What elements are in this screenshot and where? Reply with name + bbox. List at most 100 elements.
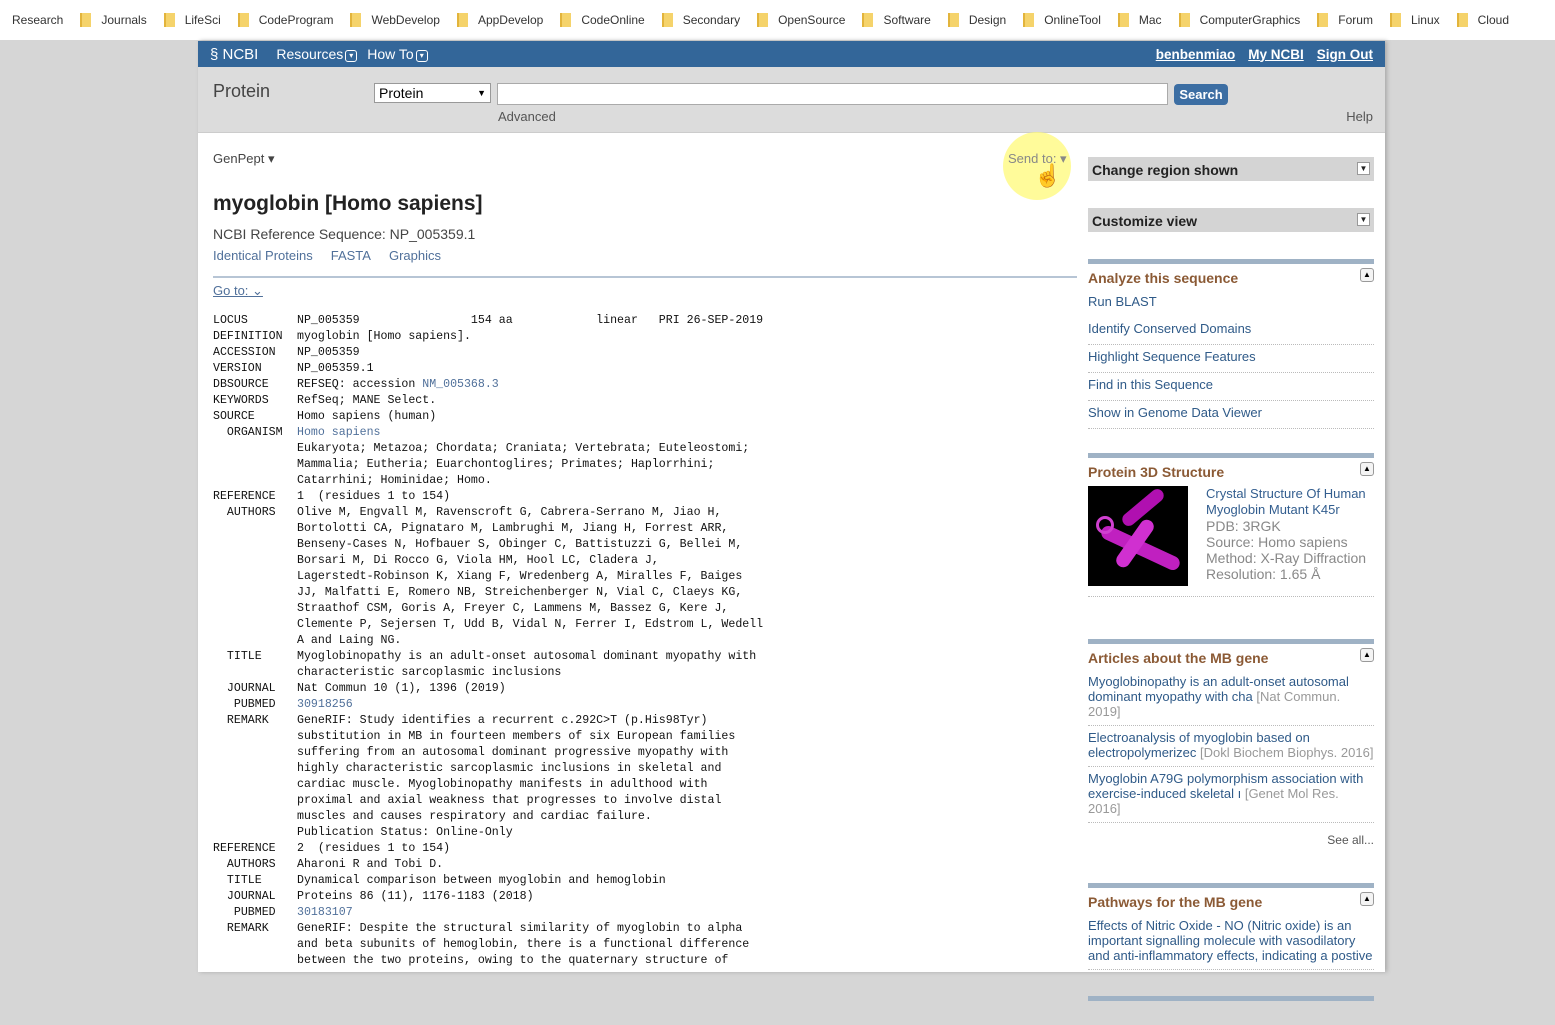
record-line: Mammalia; Eutheria; Euarchontoglires; Pr… — [213, 457, 763, 473]
article-item[interactable]: Electroanalysis of myoglobin based on el… — [1088, 726, 1374, 767]
record-line: SOURCE Homo sapiens (human) — [213, 409, 763, 425]
bookmark-item[interactable]: ComputerGraphics — [1178, 13, 1300, 27]
structure-title: Protein 3D Structure — [1088, 464, 1225, 480]
bookmark-item[interactable]: AppDevelop — [456, 13, 544, 27]
record-line: PUBMED 30183107 — [213, 905, 763, 921]
database-select[interactable]: Protein ▼ — [374, 83, 491, 103]
folder-icon — [237, 13, 249, 27]
record-line: characteristic sarcoplasmic inclusions — [213, 665, 763, 681]
collapse-icon[interactable]: ▲ — [1360, 462, 1374, 476]
folder-icon — [560, 13, 572, 27]
field-value: Eukaryota; Metazoa; Chordata; Craniata; … — [297, 442, 750, 455]
bookmark-label: Cloud — [1477, 13, 1509, 27]
change-region-label: Change region shown — [1092, 162, 1239, 178]
change-region-panel[interactable]: Change region shown ▼ — [1088, 157, 1374, 181]
collapse-icon[interactable]: ▲ — [1360, 648, 1374, 662]
article-item[interactable]: Myoglobin A79G polymorphism association … — [1088, 767, 1374, 823]
graphics-link[interactable]: Graphics — [389, 248, 441, 263]
field-value: proximal and axial weakness that progres… — [297, 794, 722, 807]
ncbi-logo[interactable]: § NCBI — [210, 46, 258, 63]
article-item[interactable]: Myoglobinopathy is an adult-onset autoso… — [1088, 670, 1374, 726]
identical-proteins-link[interactable]: Identical Proteins — [213, 248, 313, 263]
bookmark-label: WebDevelop — [371, 13, 440, 27]
collapse-icon[interactable]: ▲ — [1360, 268, 1374, 282]
field-label: KEYWORDS — [213, 394, 269, 407]
customize-view-panel[interactable]: Customize view ▼ — [1088, 208, 1374, 232]
bookmark-item[interactable]: LifeSci — [163, 13, 221, 27]
pathways-title: Pathways for the MB gene — [1088, 894, 1263, 910]
field-value: Nat Commun 10 (1), 1396 (2019) — [297, 682, 506, 695]
record-line: TITLE Dynamical comparison between myoglo… — [213, 873, 763, 889]
divider — [213, 276, 1077, 278]
field-label: REMARK — [213, 714, 269, 727]
field-link[interactable]: NM_005368.3 — [422, 378, 499, 391]
bookmark-item[interactable]: Secondary — [661, 13, 740, 27]
bookmark-label: Forum — [1338, 13, 1373, 27]
record-line: TITLE Myoglobinopathy is an adult-onset a… — [213, 649, 763, 665]
articles-portlet: Articles about the MB gene ▲ Myoglobinopa… — [1088, 639, 1374, 857]
field-value: Bortolotti CA, Pignataro M, Lambrughi M,… — [297, 522, 729, 535]
bookmark-item[interactable]: Software — [862, 13, 931, 27]
field-value: 2 (residues 1 to 154) — [297, 842, 451, 855]
field-value: and beta subunits of hemoglobin, there i… — [297, 938, 750, 951]
analyze-item[interactable]: Highlight Sequence Features — [1088, 345, 1374, 373]
search-button[interactable]: Search — [1174, 84, 1228, 105]
bookmark-label: CodeOnline — [581, 13, 645, 27]
bookmark-item[interactable]: CodeProgram — [237, 13, 333, 27]
my-ncbi-link[interactable]: My NCBI — [1248, 47, 1304, 62]
field-value: 1 (residues 1 to 154) — [297, 490, 451, 503]
field-value: Olive M, Engvall M, Ravenscroft G, Cabre… — [297, 506, 722, 519]
goto-menu[interactable]: Go to: ⌄ — [213, 283, 263, 299]
bookmark-item[interactable]: WebDevelop — [350, 13, 440, 27]
record-line: muscles and causes respiratory and cardi… — [213, 809, 763, 825]
logo-text: NCBI — [222, 45, 259, 63]
record-line: VERSION NP_005359.1 — [213, 361, 763, 377]
bookmark-item[interactable]: OpenSource — [757, 13, 845, 27]
field-value: Lagerstedt-Robinson K, Xiang F, Wredenbe… — [297, 570, 743, 583]
bookmark-item[interactable]: Mac — [1117, 13, 1162, 27]
field-value: characteristic sarcoplasmic inclusions — [297, 666, 562, 679]
help-link[interactable]: Help — [1346, 109, 1373, 124]
advanced-link[interactable]: Advanced — [498, 109, 556, 124]
bookmark-item[interactable]: Linux — [1389, 13, 1440, 27]
field-label: TITLE — [213, 650, 262, 663]
bookmark-item[interactable]: Journals — [80, 13, 147, 27]
folder-icon — [1456, 13, 1468, 27]
record-line: JOURNAL Nat Commun 10 (1), 1396 (2019) — [213, 681, 763, 697]
bookmark-item[interactable]: Design — [947, 13, 1006, 27]
folder-icon — [947, 13, 959, 27]
record-line: DEFINITION myoglobin [Homo sapiens]. — [213, 329, 763, 345]
collapse-icon[interactable]: ▲ — [1360, 892, 1374, 906]
folder-icon — [163, 13, 175, 27]
bookmark-item[interactable]: Forum — [1317, 13, 1373, 27]
record-line: KEYWORDS RefSeq; MANE Select. — [213, 393, 763, 409]
bookmark-item[interactable]: OnlineTool — [1023, 13, 1101, 27]
field-link[interactable]: 30918256 — [297, 698, 353, 711]
field-link[interactable]: Homo sapiens — [297, 426, 381, 439]
bookmark-item[interactable]: Cloud — [1456, 13, 1509, 27]
folder-icon — [456, 13, 468, 27]
pathway-item[interactable]: Effects of Nitric Oxide - NO (Nitric oxi… — [1088, 914, 1374, 970]
bookmark-label: AppDevelop — [477, 13, 544, 27]
structure-thumbnail[interactable] — [1088, 486, 1188, 586]
analyze-item[interactable]: Show in Genome Data Viewer — [1088, 401, 1374, 429]
user-link[interactable]: benbenmiao — [1156, 47, 1236, 62]
howto-menu[interactable]: How To ▾ — [367, 46, 428, 62]
field-link[interactable]: 30183107 — [297, 906, 353, 919]
bookmark-item[interactable]: CodeOnline — [560, 13, 645, 27]
format-menu[interactable]: GenPept ▾ — [213, 151, 274, 167]
search-input[interactable] — [497, 83, 1168, 105]
page-title: myoglobin [Homo sapiens] — [213, 192, 483, 215]
fasta-link[interactable]: FASTA — [331, 248, 371, 263]
sign-out-link[interactable]: Sign Out — [1317, 47, 1373, 62]
field-label: REMARK — [213, 922, 269, 935]
analyze-item[interactable]: Find in this Sequence — [1088, 373, 1374, 401]
resources-menu[interactable]: Resources ▾ — [276, 46, 358, 62]
record-links: Identical Proteins FASTA Graphics — [213, 248, 441, 263]
analyze-item[interactable]: Identify Conserved Domains — [1088, 317, 1374, 345]
format-label: GenPept — [213, 151, 265, 166]
analyze-item[interactable]: Run BLAST — [1088, 290, 1374, 317]
see-all-link[interactable]: See all... — [1088, 823, 1374, 857]
bookmark-item[interactable]: Research — [12, 13, 63, 27]
structure-name-link[interactable]: Crystal Structure Of Human Myoglobin Mut… — [1206, 486, 1366, 517]
